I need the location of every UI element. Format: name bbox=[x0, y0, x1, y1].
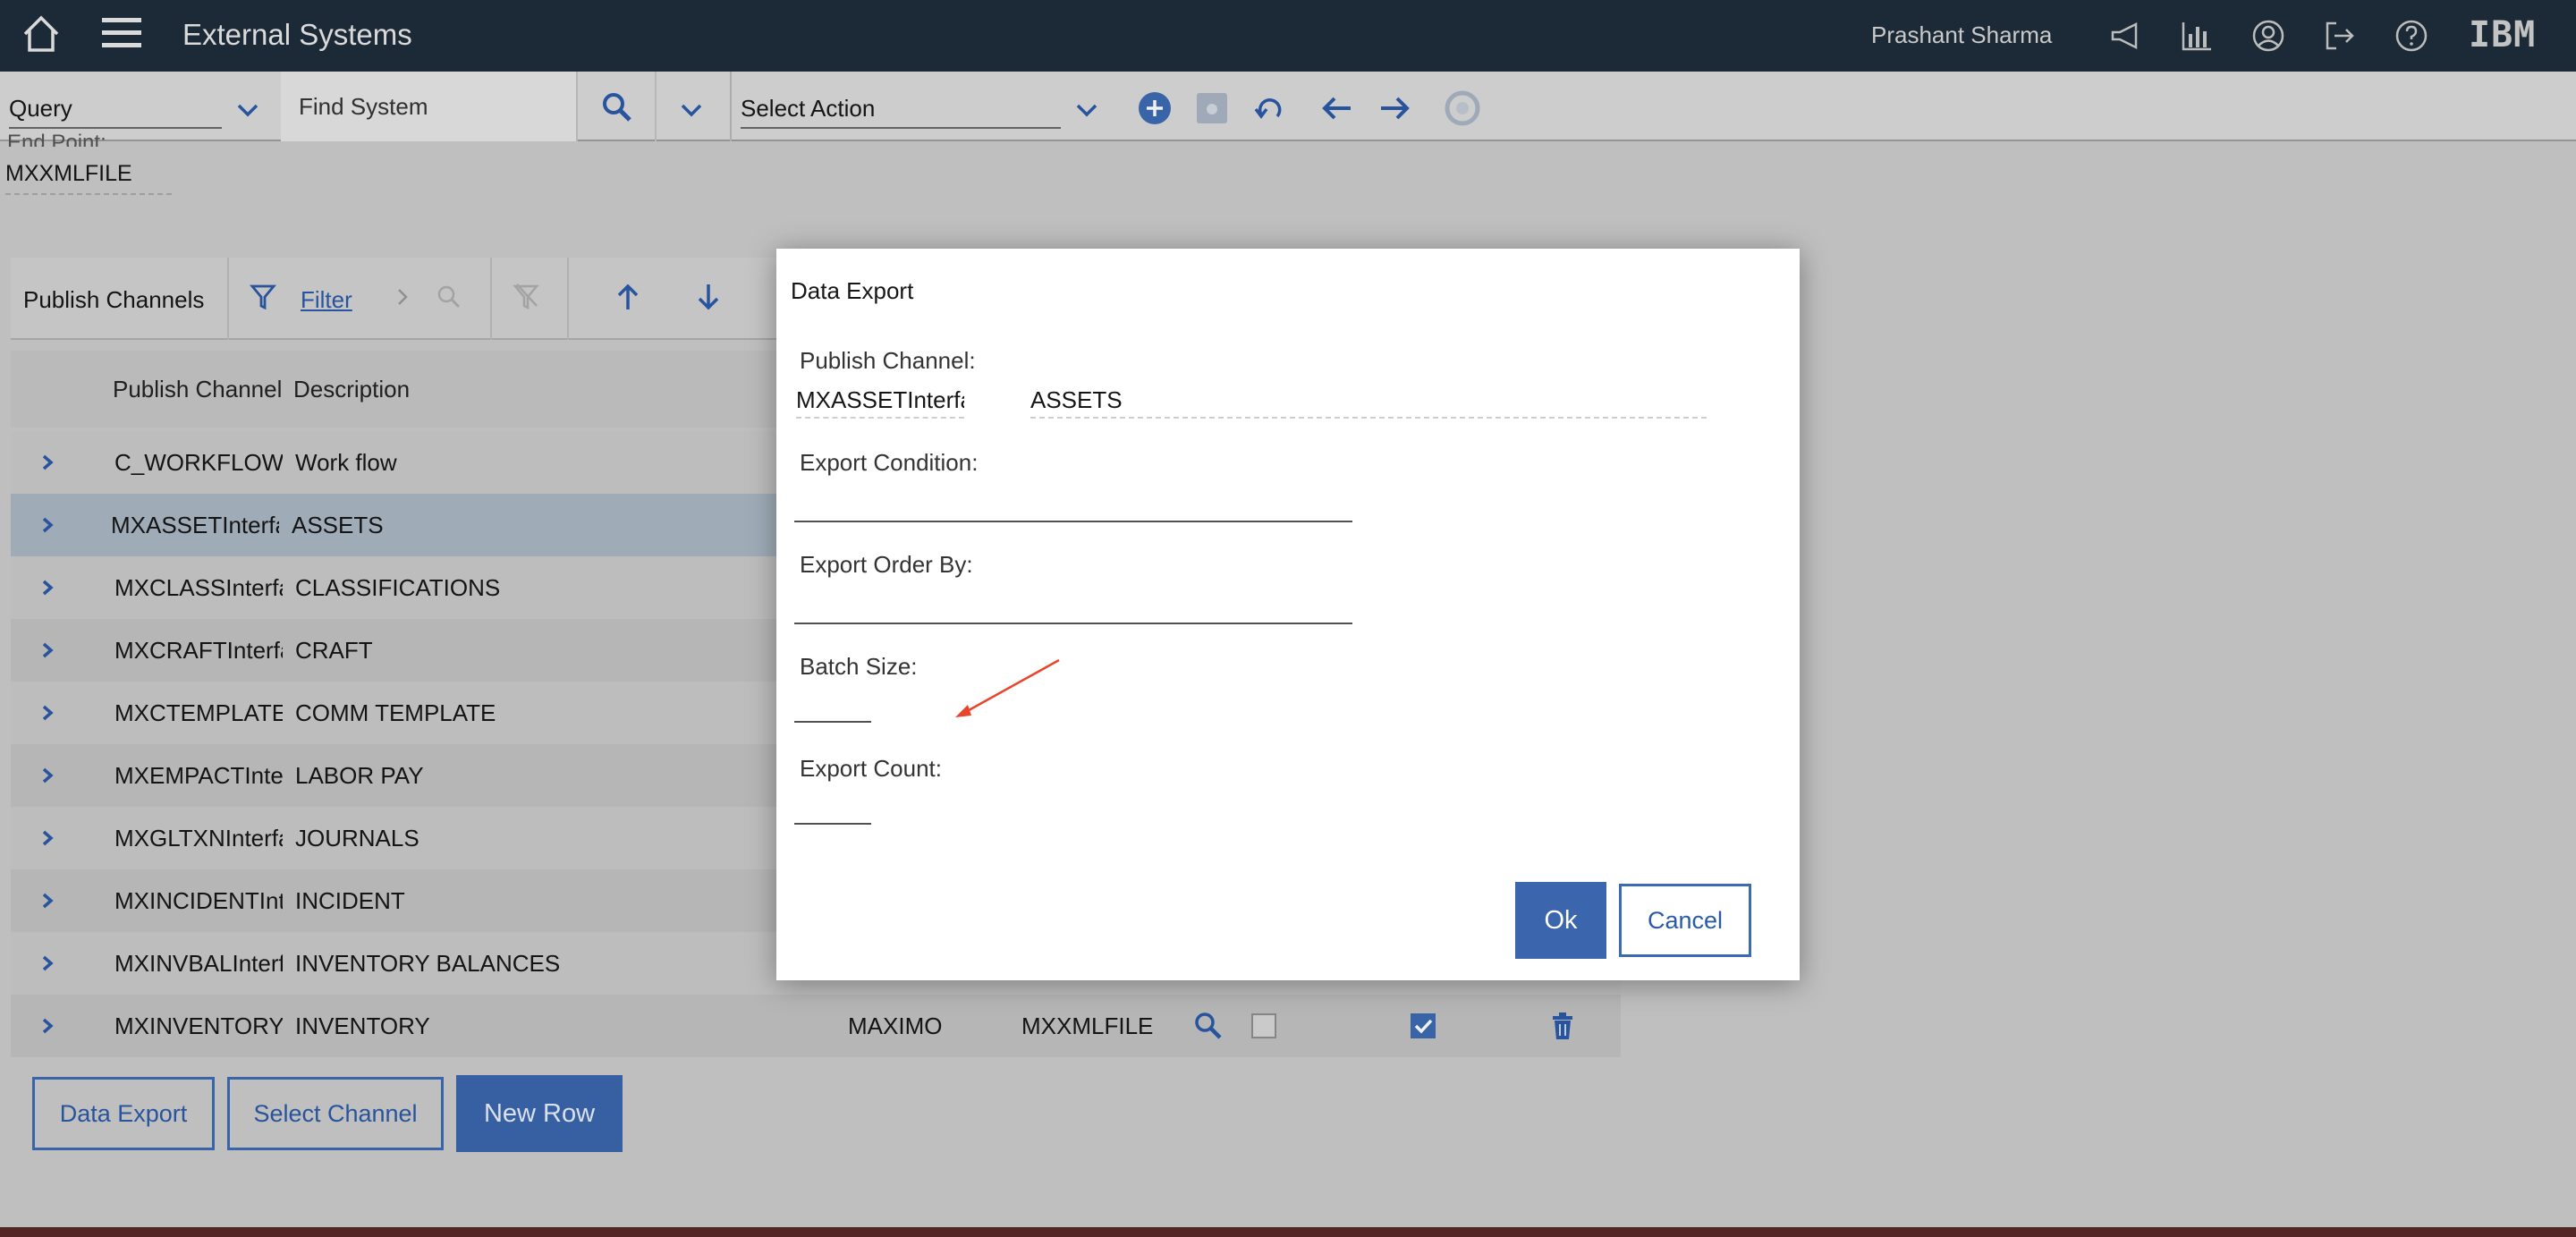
batch-size-input[interactable] bbox=[794, 691, 871, 723]
export-condition-input[interactable] bbox=[794, 488, 1352, 522]
data-export-dialog: Data Export Publish Channel: MXASSETInte… bbox=[776, 249, 1800, 980]
annotation-arrow bbox=[955, 658, 1060, 717]
export-order-by-input[interactable] bbox=[794, 590, 1352, 624]
export-count-label: Export Count: bbox=[800, 755, 942, 782]
export-count-input[interactable] bbox=[794, 792, 871, 825]
ok-button[interactable]: Ok bbox=[1515, 882, 1606, 959]
dialog-title: Data Export bbox=[791, 277, 914, 304]
export-order-by-label: Export Order By: bbox=[800, 551, 973, 578]
cancel-button[interactable]: Cancel bbox=[1619, 884, 1751, 957]
publish-channel-label: Publish Channel: bbox=[800, 347, 976, 374]
publish-channel-description: ASSETS bbox=[1030, 377, 1707, 419]
batch-size-label: Batch Size: bbox=[800, 653, 918, 680]
publish-channel-value: MXASSETInterface bbox=[796, 377, 964, 419]
export-condition-label: Export Condition: bbox=[800, 449, 979, 476]
